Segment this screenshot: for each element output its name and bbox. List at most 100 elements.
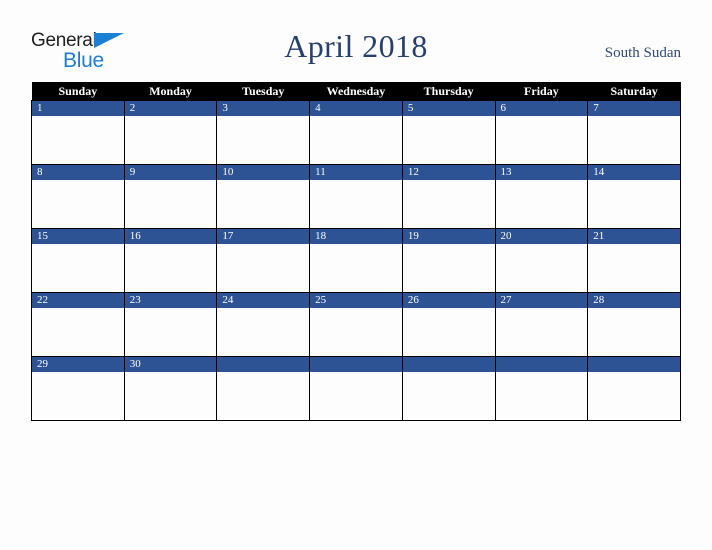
day-events-area[interactable] xyxy=(217,308,310,356)
calendar-day-cell-empty[interactable] xyxy=(309,356,403,421)
day-events-area[interactable] xyxy=(402,244,495,292)
calendar-day-cell[interactable]: 30 xyxy=(123,356,218,421)
day-number: 27 xyxy=(495,293,588,308)
day-events-area[interactable] xyxy=(32,308,124,356)
calendar-day-cell[interactable]: 27 xyxy=(494,292,589,357)
day-events-area[interactable] xyxy=(402,116,495,164)
calendar-day-cell[interactable]: 19 xyxy=(401,228,496,293)
calendar-week-row: 15 16 17 18 19 20 21 xyxy=(31,228,681,293)
day-number: 20 xyxy=(495,229,588,244)
calendar-day-cell[interactable]: 18 xyxy=(309,228,403,293)
day-number: 24 xyxy=(217,293,310,308)
calendar-grid: Sunday Monday Tuesday Wednesday Thursday… xyxy=(31,82,681,421)
day-events-area[interactable] xyxy=(495,244,588,292)
day-events-area[interactable] xyxy=(402,180,495,228)
day-events-area[interactable] xyxy=(310,116,402,164)
calendar-day-cell[interactable]: 12 xyxy=(401,164,496,229)
day-number: 22 xyxy=(32,293,124,308)
day-number: 28 xyxy=(588,293,680,308)
calendar-day-cell[interactable]: 22 xyxy=(31,292,125,357)
day-number: 8 xyxy=(32,165,124,180)
day-number: 30 xyxy=(124,357,217,372)
calendar-day-cell[interactable]: 6 xyxy=(494,100,589,165)
calendar-day-cell[interactable]: 25 xyxy=(309,292,403,357)
day-events-area[interactable] xyxy=(32,372,124,420)
day-events-area[interactable] xyxy=(217,116,310,164)
day-events-area[interactable] xyxy=(588,116,680,164)
day-events-area[interactable] xyxy=(124,116,217,164)
calendar-day-cell[interactable]: 20 xyxy=(494,228,589,293)
day-number: 26 xyxy=(402,293,495,308)
day-events-area[interactable] xyxy=(217,372,310,420)
day-events-area[interactable] xyxy=(402,308,495,356)
day-events-area[interactable] xyxy=(32,116,124,164)
weekday-header-friday: Friday xyxy=(495,82,588,101)
calendar-day-cell[interactable]: 24 xyxy=(216,292,311,357)
calendar-day-cell-empty[interactable] xyxy=(216,356,311,421)
day-events-area[interactable] xyxy=(124,372,217,420)
day-number xyxy=(217,357,310,372)
day-number: 25 xyxy=(310,293,402,308)
day-events-area[interactable] xyxy=(124,180,217,228)
day-events-area[interactable] xyxy=(32,180,124,228)
calendar-day-cell[interactable]: 26 xyxy=(401,292,496,357)
day-number: 21 xyxy=(588,229,680,244)
day-number: 19 xyxy=(402,229,495,244)
day-number: 29 xyxy=(32,357,124,372)
calendar-day-cell[interactable]: 14 xyxy=(587,164,681,229)
weekday-header-tuesday: Tuesday xyxy=(216,82,310,101)
day-events-area[interactable] xyxy=(32,244,124,292)
day-events-area[interactable] xyxy=(402,372,495,420)
calendar-day-cell[interactable]: 17 xyxy=(216,228,311,293)
day-events-area[interactable] xyxy=(495,116,588,164)
calendar-day-cell[interactable]: 11 xyxy=(309,164,403,229)
calendar-week-row: 29 30 xyxy=(31,356,681,421)
calendar-day-cell[interactable]: 13 xyxy=(494,164,589,229)
day-events-area[interactable] xyxy=(310,180,402,228)
calendar-day-cell[interactable]: 29 xyxy=(31,356,125,421)
calendar-day-cell[interactable]: 8 xyxy=(31,164,125,229)
calendar-week-row: 1 2 3 4 5 6 7 xyxy=(31,100,681,165)
day-events-area[interactable] xyxy=(495,372,588,420)
day-number: 16 xyxy=(124,229,217,244)
calendar-day-cell[interactable]: 28 xyxy=(587,292,681,357)
calendar-day-cell[interactable]: 16 xyxy=(123,228,218,293)
day-events-area[interactable] xyxy=(124,244,217,292)
day-number xyxy=(495,357,588,372)
calendar-day-cell[interactable]: 10 xyxy=(216,164,311,229)
day-events-area[interactable] xyxy=(588,180,680,228)
calendar-day-cell[interactable]: 5 xyxy=(401,100,496,165)
weekday-header-monday: Monday xyxy=(124,82,217,101)
calendar-day-cell[interactable]: 4 xyxy=(309,100,403,165)
weekday-header-sunday: Sunday xyxy=(31,82,125,101)
calendar-day-cell[interactable]: 1 xyxy=(31,100,125,165)
day-events-area[interactable] xyxy=(310,372,402,420)
day-events-area[interactable] xyxy=(217,244,310,292)
day-number: 14 xyxy=(588,165,680,180)
day-events-area[interactable] xyxy=(588,372,680,420)
day-number: 7 xyxy=(588,101,680,116)
calendar-day-cell[interactable]: 7 xyxy=(587,100,681,165)
calendar-day-cell-empty[interactable] xyxy=(401,356,496,421)
day-events-area[interactable] xyxy=(310,308,402,356)
day-events-area[interactable] xyxy=(588,244,680,292)
calendar-page: General Blue April 2018 South Sudan Sund… xyxy=(0,0,712,550)
day-events-area[interactable] xyxy=(124,308,217,356)
calendar-day-cell-empty[interactable] xyxy=(494,356,589,421)
day-number xyxy=(588,357,680,372)
day-events-area[interactable] xyxy=(495,180,588,228)
calendar-day-cell[interactable]: 23 xyxy=(123,292,218,357)
day-events-area[interactable] xyxy=(217,180,310,228)
calendar-day-cell-empty[interactable] xyxy=(587,356,681,421)
day-events-area[interactable] xyxy=(588,308,680,356)
day-events-area[interactable] xyxy=(495,308,588,356)
calendar-day-cell[interactable]: 2 xyxy=(123,100,218,165)
day-events-area[interactable] xyxy=(310,244,402,292)
calendar-day-cell[interactable]: 21 xyxy=(587,228,681,293)
calendar-day-cell[interactable]: 9 xyxy=(123,164,218,229)
day-number: 17 xyxy=(217,229,310,244)
calendar-day-cell[interactable]: 15 xyxy=(31,228,125,293)
day-number: 3 xyxy=(217,101,310,116)
weekday-header-wednesday: Wednesday xyxy=(309,82,403,101)
calendar-day-cell[interactable]: 3 xyxy=(216,100,311,165)
